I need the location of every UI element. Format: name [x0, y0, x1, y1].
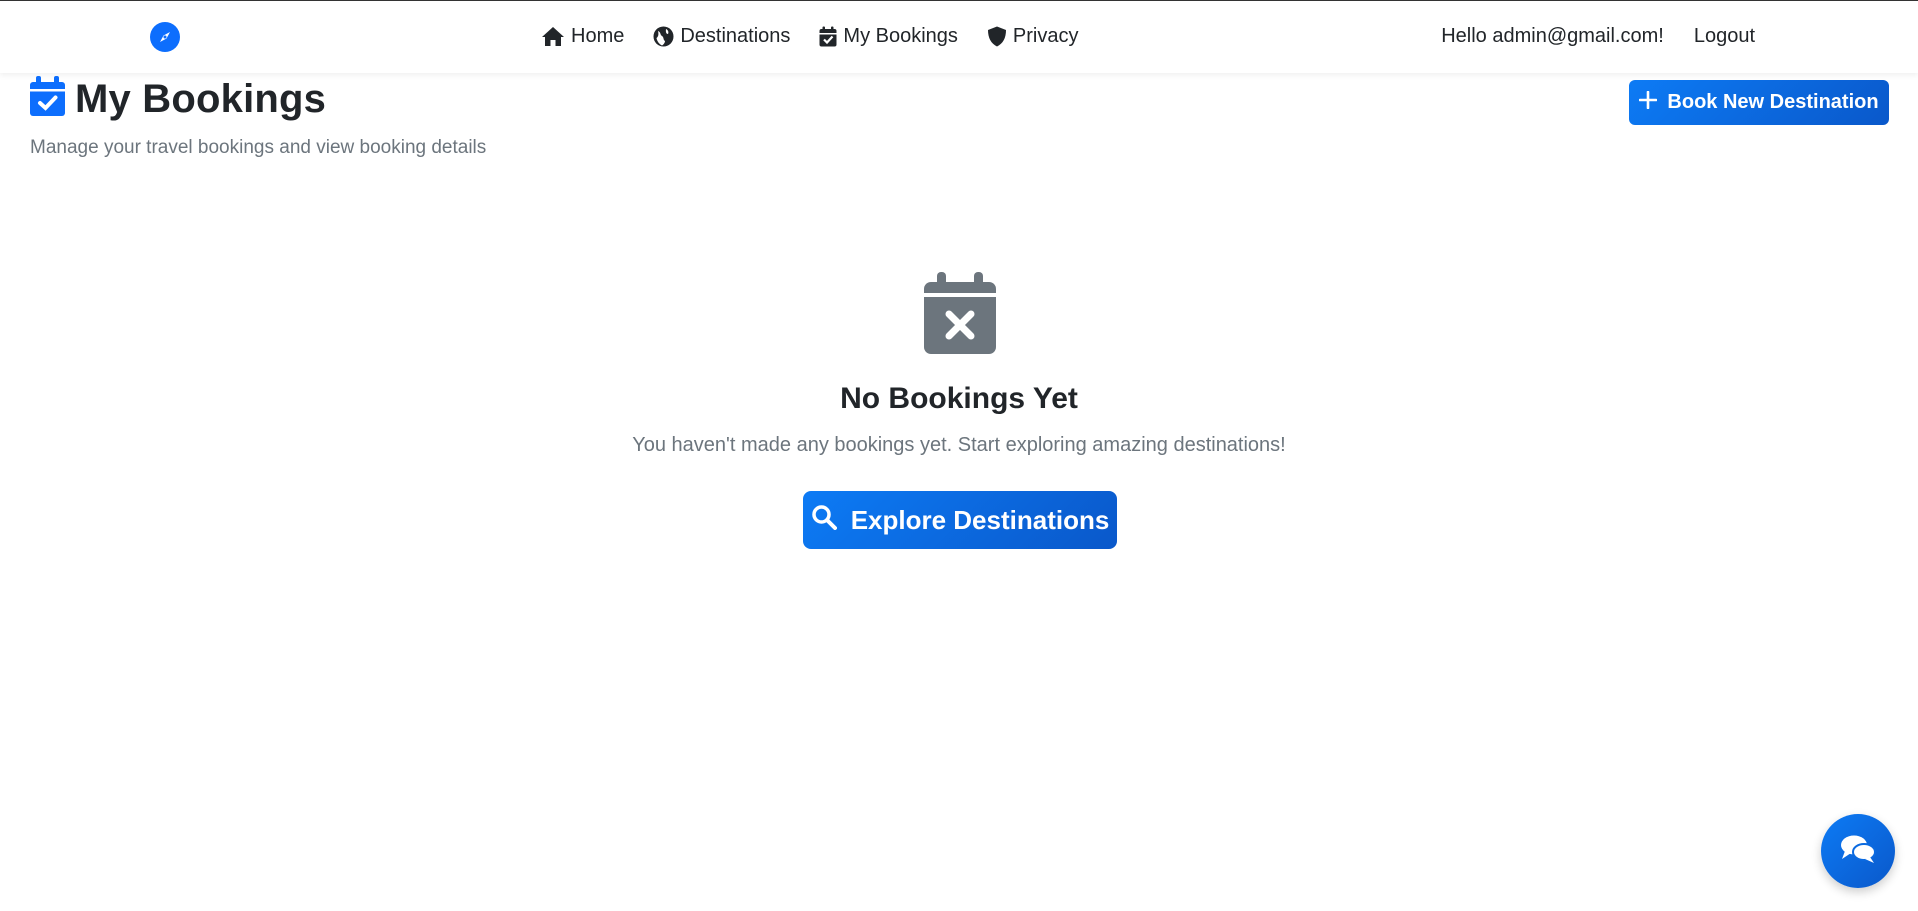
- nav-link-destinations[interactable]: Destinations: [653, 25, 790, 48]
- nav-links: Home Destinations My Bookings Privacy: [541, 25, 1079, 48]
- explore-button-label: Explore Destinations: [850, 504, 1110, 535]
- nav-link-my-bookings[interactable]: My Bookings: [819, 25, 958, 48]
- explore-destinations-button[interactable]: Explore Destinations: [803, 491, 1117, 549]
- chat-bubbles-icon: [1840, 834, 1876, 869]
- calendar-check-icon: [819, 26, 837, 47]
- shield-icon: [987, 26, 1007, 47]
- book-new-destination-button[interactable]: Book New Destination: [1629, 80, 1889, 125]
- chat-button[interactable]: [1821, 814, 1895, 888]
- calendar-x-icon: [924, 272, 996, 359]
- nav-link-label: Home: [571, 25, 625, 47]
- page-title: My Bookings: [30, 76, 326, 122]
- book-button-label: Book New Destination: [1667, 91, 1879, 113]
- nav-link-label: Destinations: [680, 25, 791, 47]
- empty-state-text: You haven't made any bookings yet. Start…: [632, 434, 1286, 456]
- empty-state-title: No Bookings Yet: [840, 382, 1078, 415]
- search-icon: [811, 504, 837, 537]
- nav-link-privacy[interactable]: Privacy: [987, 25, 1079, 48]
- nav-link-home[interactable]: Home: [541, 25, 624, 48]
- user-greeting: Hello admin@gmail.com!: [1441, 25, 1664, 47]
- logout-link[interactable]: Logout: [1694, 25, 1755, 48]
- nav-user-area: Hello admin@gmail.com! Logout: [1441, 25, 1755, 48]
- plus-icon: [1639, 90, 1658, 115]
- page-subtitle: Manage your travel bookings and view boo…: [30, 137, 487, 158]
- navbar: Home Destinations My Bookings Privacy He…: [0, 0, 1918, 73]
- home-icon: [541, 26, 565, 47]
- nav-link-label: Privacy: [1012, 25, 1079, 47]
- compass-icon[interactable]: [150, 22, 180, 52]
- nav-link-label: My Bookings: [843, 25, 958, 47]
- page-title-text: My Bookings: [75, 76, 327, 121]
- globe-icon: [653, 26, 674, 47]
- calendar-check-icon: [30, 76, 65, 122]
